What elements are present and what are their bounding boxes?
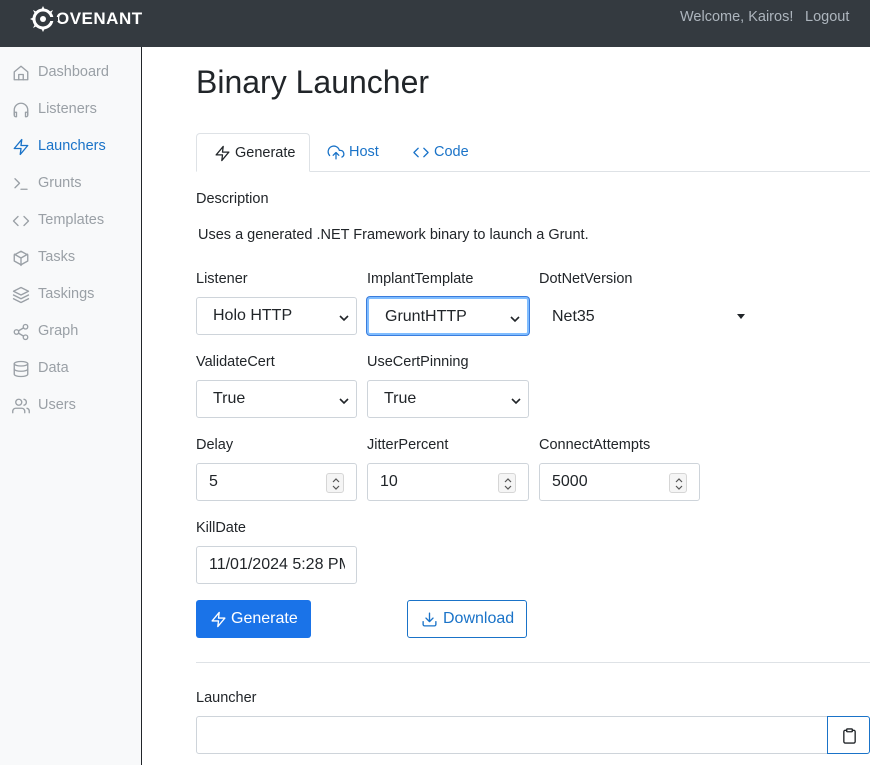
launcher-output-field[interactable] [196, 716, 828, 754]
tab-label: Code [434, 144, 469, 160]
validate-cert-label: ValidateCert [196, 354, 275, 370]
jitter-percent-label: JitterPercent [367, 437, 449, 453]
sidebar-item-taskings[interactable]: Taskings [0, 277, 141, 314]
database-icon [12, 360, 30, 378]
headphones-icon [12, 101, 30, 119]
chevron-down-icon [509, 312, 521, 324]
caret-down-icon[interactable] [737, 314, 745, 319]
covenant-logo-icon [28, 5, 58, 33]
implant-template-value: GruntHTTP [385, 308, 467, 325]
copy-button[interactable] [827, 716, 870, 754]
jitter-percent-input[interactable]: 10 [367, 463, 529, 501]
tab-host[interactable]: Host [326, 133, 386, 172]
sidebar-item-tasks[interactable]: Tasks [0, 240, 141, 277]
tab-code[interactable]: Code [411, 133, 471, 172]
sidebar-item-listeners[interactable]: Listeners [0, 92, 141, 129]
chevron-down-icon [510, 394, 522, 406]
use-cert-pinning-select[interactable]: True [367, 380, 529, 418]
validate-cert-value: True [213, 390, 246, 407]
sidebar-item-label: Data [38, 360, 69, 376]
sidebar-item-label: Launchers [38, 138, 106, 154]
chevron-down-icon [338, 311, 350, 323]
delay-value: 5 [209, 473, 218, 490]
code-icon [12, 212, 30, 230]
sidebar-item-grunts[interactable]: Grunts [0, 166, 141, 203]
users-icon [12, 397, 30, 415]
tab-label: Generate [235, 145, 296, 161]
delay-input[interactable]: 5 [196, 463, 357, 501]
sidebar-item-label: Listeners [38, 101, 97, 117]
brand-logo[interactable]: OVENANT [28, 5, 143, 33]
launcher-label: Launcher [196, 690, 257, 706]
logout-link[interactable]: Logout [805, 9, 849, 25]
use-cert-pinning-label: UseCertPinning [367, 354, 469, 370]
sidebar-item-label: Dashboard [38, 64, 109, 80]
chevron-down-icon [338, 394, 350, 406]
kill-date-value: 11/01/2024 5:28 PM [209, 556, 345, 573]
download-icon [421, 611, 438, 628]
dotnet-version-label: DotNetVersion [539, 271, 633, 287]
use-cert-pinning-value: True [384, 390, 417, 407]
implant-template-label: ImplantTemplate [367, 271, 474, 287]
number-spinner[interactable] [669, 473, 687, 493]
number-spinner[interactable] [498, 473, 516, 493]
tab-label: Host [349, 144, 379, 160]
zap-icon [214, 145, 231, 162]
kill-date-input[interactable]: 11/01/2024 5:28 PM [196, 546, 357, 584]
zap-icon [210, 611, 227, 628]
sidebar-item-label: Taskings [38, 286, 95, 302]
listener-value: Holo HTTP [213, 307, 293, 324]
validate-cert-select[interactable]: True [196, 380, 357, 418]
clipboard-icon [841, 727, 858, 745]
jitter-percent-value: 10 [380, 473, 398, 490]
divider [196, 662, 870, 663]
cloud-upload-icon [327, 144, 345, 161]
implant-template-select[interactable]: GruntHTTP [367, 297, 529, 335]
page-title: Binary Launcher [196, 64, 430, 100]
download-button-label: Download [443, 610, 515, 627]
kill-date-label: KillDate [196, 520, 246, 536]
sidebar: Dashboard Listeners Launchers Grunts Tem… [0, 47, 142, 765]
share-icon [12, 323, 30, 341]
terminal-icon [12, 175, 30, 193]
layers-icon [12, 286, 30, 304]
download-button[interactable]: Download [407, 600, 527, 638]
delay-label: Delay [196, 437, 234, 453]
sidebar-item-graph[interactable]: Graph [0, 314, 141, 351]
connect-attempts-label: ConnectAttempts [539, 437, 651, 453]
box-icon [12, 249, 30, 267]
welcome-text: Welcome, Kairos! [680, 9, 794, 25]
sidebar-item-data[interactable]: Data [0, 351, 141, 388]
connect-attempts-value: 5000 [552, 473, 588, 490]
listener-select[interactable]: Holo HTTP [196, 297, 357, 335]
top-navbar: OVENANT Welcome, Kairos! Logout [0, 0, 870, 47]
generate-button[interactable]: Generate [196, 600, 311, 638]
sidebar-item-users[interactable]: Users [0, 388, 141, 425]
brand-name: OVENANT [56, 9, 143, 28]
dotnet-version-select[interactable]: Net35 [552, 308, 595, 326]
connect-attempts-input[interactable]: 5000 [539, 463, 700, 501]
sidebar-item-label: Users [38, 397, 76, 413]
sidebar-item-label: Tasks [38, 249, 76, 265]
generate-button-label: Generate [231, 610, 298, 627]
sidebar-item-label: Graph [38, 323, 79, 339]
sidebar-item-templates[interactable]: Templates [0, 203, 141, 240]
home-icon [12, 64, 30, 82]
listener-label: Listener [196, 271, 248, 287]
sidebar-item-label: Grunts [38, 175, 82, 191]
zap-icon [12, 138, 30, 156]
tab-generate[interactable]: Generate [196, 133, 310, 172]
code-icon [412, 144, 429, 161]
sidebar-item-dashboard[interactable]: Dashboard [0, 55, 141, 92]
sidebar-item-launchers[interactable]: Launchers [0, 129, 141, 166]
sidebar-item-label: Templates [38, 212, 105, 228]
description-text: Uses a generated .NET Framework binary t… [198, 227, 589, 243]
description-label: Description [196, 191, 269, 207]
number-spinner[interactable] [326, 473, 344, 493]
